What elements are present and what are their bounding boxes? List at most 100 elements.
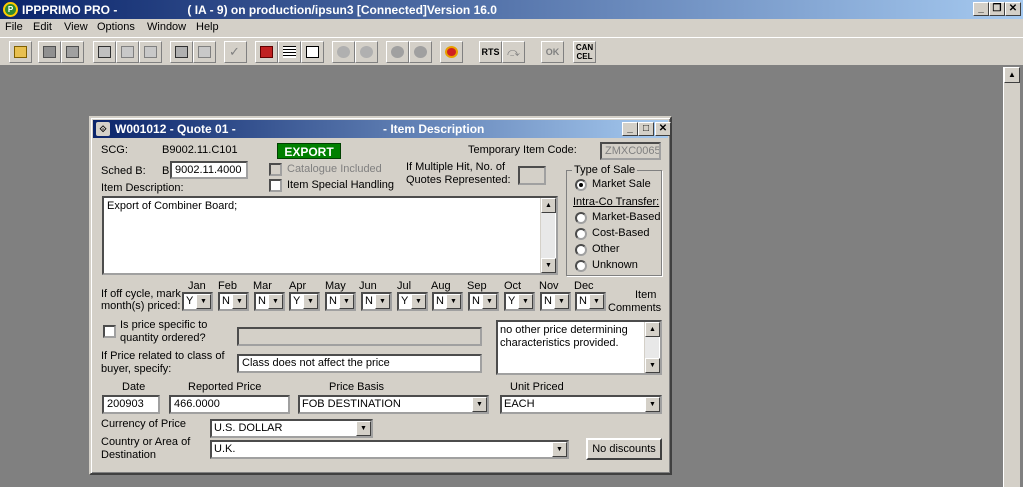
scroll-up-icon[interactable]: ▲ — [645, 322, 660, 337]
chevron-down-icon[interactable]: ▼ — [232, 294, 247, 309]
no-discounts-button[interactable]: No discounts — [586, 438, 662, 460]
country-select[interactable]: U.K. ▼ — [210, 440, 569, 459]
tool-button-1[interactable] — [332, 41, 355, 63]
dialog-maximize-icon[interactable]: □ — [638, 122, 654, 136]
scroll-up-icon[interactable]: ▲ — [1004, 67, 1020, 83]
traffic-light-button[interactable] — [440, 41, 463, 63]
item-desc-scrollbar[interactable]: ▲ ▼ — [540, 198, 556, 273]
chevron-down-icon[interactable]: ▼ — [196, 294, 211, 309]
item-comments-textarea[interactable]: no other price determining characteristi… — [496, 320, 662, 375]
chevron-down-icon[interactable]: ▼ — [554, 294, 569, 309]
menu-help[interactable]: Help — [196, 21, 219, 33]
multiple-hit-field[interactable] — [518, 166, 546, 185]
print-report-button[interactable] — [170, 41, 193, 63]
menu-edit[interactable]: Edit — [33, 21, 52, 33]
print-preview-button[interactable] — [116, 41, 139, 63]
chevron-down-icon[interactable]: ▼ — [375, 294, 390, 309]
chevron-down-icon[interactable]: ▼ — [411, 294, 426, 309]
grid-button[interactable] — [278, 41, 301, 63]
date-field[interactable]: 200903 — [102, 395, 160, 414]
print-setup-button[interactable] — [139, 41, 162, 63]
rts-button[interactable]: RTS — [479, 41, 502, 63]
month-select-feb[interactable]: N ▼ — [218, 292, 249, 311]
chevron-down-icon[interactable]: ▼ — [446, 294, 461, 309]
open-folder-button[interactable] — [9, 41, 32, 63]
month-select-may[interactable]: N ▼ — [325, 292, 356, 311]
quantity-specific-checkbox[interactable] — [103, 325, 116, 338]
currency-select[interactable]: U.S. DOLLAR ▼ — [210, 419, 373, 438]
temp-code-field[interactable]: ZMXC0065 — [600, 142, 661, 160]
folder-icon — [14, 46, 27, 58]
traffic-light-icon — [445, 46, 458, 58]
person-icon — [360, 46, 373, 58]
scroll-up-icon[interactable]: ▲ — [541, 198, 556, 213]
menu-window[interactable]: Window — [147, 21, 186, 33]
redo-button[interactable]: ⤼ — [502, 41, 525, 63]
quantity-field[interactable] — [237, 327, 482, 346]
restore-icon[interactable]: ❐ — [989, 2, 1005, 16]
month-label-sep: Sep — [467, 280, 487, 292]
save-all-button[interactable] — [61, 41, 84, 63]
window-button[interactable] — [301, 41, 324, 63]
chevron-down-icon[interactable]: ▼ — [482, 294, 497, 309]
scroll-down-icon[interactable]: ▼ — [645, 358, 660, 373]
menu-file[interactable]: File — [5, 21, 23, 33]
print-list-button[interactable] — [193, 41, 216, 63]
chevron-down-icon[interactable]: ▼ — [268, 294, 283, 309]
close-icon[interactable]: ✕ — [1005, 2, 1021, 16]
market-based-radio[interactable] — [575, 212, 587, 224]
unit-priced-select[interactable]: EACH ▼ — [500, 395, 662, 414]
month-select-nov[interactable]: N ▼ — [540, 292, 571, 311]
chevron-down-icon[interactable]: ▼ — [472, 397, 487, 412]
month-select-jul[interactable]: Y ▼ — [397, 292, 428, 311]
tool-button-2[interactable] — [355, 41, 378, 63]
check-button[interactable]: ✓ — [224, 41, 247, 63]
app-title: IPPPRIMO PRO - ( IA - 9) on production/i… — [22, 3, 497, 17]
buyer-class-field[interactable]: Class does not affect the price — [237, 354, 482, 373]
month-value-apr: Y — [293, 295, 301, 307]
tool-button-4[interactable] — [409, 41, 432, 63]
dialog-minimize-icon[interactable]: _ — [622, 122, 638, 136]
home-button[interactable] — [255, 41, 278, 63]
month-select-oct[interactable]: Y ▼ — [504, 292, 535, 311]
month-select-aug[interactable]: N ▼ — [432, 292, 463, 311]
dialog-menu-icon[interactable]: ⟐ — [96, 122, 110, 136]
reported-price-field[interactable]: 466.0000 — [169, 395, 290, 414]
cancel-button[interactable]: CAN CEL — [573, 41, 596, 63]
chevron-down-icon[interactable]: ▼ — [552, 442, 567, 457]
item-comments-scrollbar[interactable]: ▲ ▼ — [644, 322, 660, 373]
item-desc-value: Export of Combiner Board; — [107, 200, 238, 212]
minimize-icon[interactable]: _ — [973, 2, 989, 16]
market-sale-radio[interactable] — [575, 179, 587, 191]
month-select-apr[interactable]: Y ▼ — [289, 292, 320, 311]
month-select-jan[interactable]: Y ▼ — [182, 292, 213, 311]
dialog-close-icon[interactable]: ✕ — [655, 122, 671, 136]
item-desc-textarea[interactable]: Export of Combiner Board; — [102, 196, 558, 275]
workspace-scrollbar[interactable]: ▲ — [1003, 67, 1020, 487]
month-select-jun[interactable]: N ▼ — [361, 292, 392, 311]
chevron-down-icon[interactable]: ▼ — [339, 294, 354, 309]
month-select-mar[interactable]: N ▼ — [254, 292, 285, 311]
chevron-down-icon[interactable]: ▼ — [589, 294, 604, 309]
menu-options[interactable]: Options — [97, 21, 135, 33]
chevron-down-icon[interactable]: ▼ — [645, 397, 660, 412]
print-button[interactable] — [93, 41, 116, 63]
save-button[interactable] — [38, 41, 61, 63]
month-select-dec[interactable]: N ▼ — [575, 292, 606, 311]
cost-based-radio[interactable] — [575, 228, 587, 240]
sched-b-field[interactable]: 9002.11.4000 — [170, 161, 248, 179]
month-select-sep[interactable]: N ▼ — [468, 292, 499, 311]
other-radio[interactable] — [575, 244, 587, 256]
special-handling-checkbox[interactable] — [269, 179, 282, 192]
catalogue-checkbox[interactable] — [269, 163, 282, 176]
price-basis-select[interactable]: FOB DESTINATION ▼ — [298, 395, 489, 414]
chevron-down-icon[interactable]: ▼ — [303, 294, 318, 309]
unknown-radio[interactable] — [575, 260, 587, 272]
chevron-down-icon[interactable]: ▼ — [518, 294, 533, 309]
scroll-down-icon[interactable]: ▼ — [541, 258, 556, 273]
tool-button-3[interactable] — [386, 41, 409, 63]
menu-view[interactable]: View — [64, 21, 88, 33]
chevron-down-icon[interactable]: ▼ — [356, 421, 371, 436]
other-label: Other — [592, 243, 620, 255]
ok-button[interactable]: OK — [541, 41, 564, 63]
